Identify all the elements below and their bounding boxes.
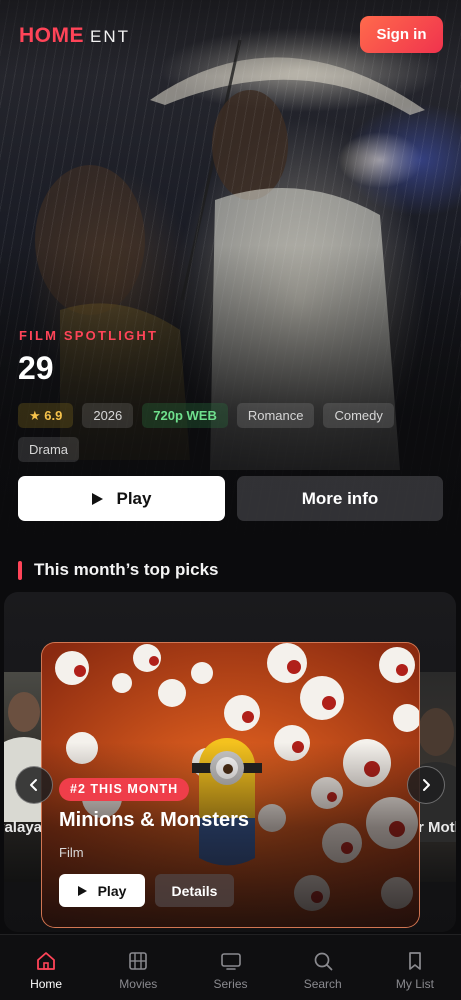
film-icon: [127, 950, 149, 972]
section-accent-bar: [18, 560, 22, 580]
sign-in-button[interactable]: Sign in: [360, 16, 443, 53]
carousel-next-button[interactable]: [407, 766, 445, 804]
top-header: HOME ENT Sign in: [0, 0, 461, 70]
brand-logo[interactable]: HOME ENT: [19, 24, 130, 48]
top-picks-carousel[interactable]: ıyalaya r Motl: [4, 592, 456, 932]
hero-play-button[interactable]: Play: [18, 476, 225, 521]
hero-title: 29: [18, 350, 54, 386]
prev-card-title: ıyalaya: [4, 819, 42, 836]
hero-gradient-overlay: [0, 0, 461, 545]
year-tag: 2026: [82, 403, 134, 428]
featured-details-button[interactable]: Details: [155, 874, 234, 907]
nav-item-series[interactable]: Series: [184, 935, 276, 1000]
genre-tag: Romance: [236, 403, 315, 428]
next-card-title: r Motl: [418, 819, 456, 836]
featured-play-label: Play: [97, 882, 127, 899]
featured-play-button[interactable]: Play: [59, 874, 145, 907]
genre-tag: Comedy: [323, 403, 394, 428]
quality-tag: 720p WEB: [142, 403, 228, 428]
section-title: This month’s top picks: [34, 560, 219, 579]
logo-primary-text: HOME: [19, 24, 84, 47]
carousel-prev-button[interactable]: [15, 766, 53, 804]
search-icon: [312, 950, 334, 972]
rating-badge: ★ 6.9: [18, 403, 74, 428]
featured-title: Minions & Monsters: [59, 809, 250, 831]
play-icon: [91, 492, 103, 505]
play-icon: [77, 885, 87, 896]
hero-tag-list: ★ 6.9 2026 720p WEB Romance Comedy Drama: [18, 403, 438, 462]
nav-label-series: Series: [213, 977, 248, 991]
bottom-nav: Home Movies Series Search My List: [0, 934, 461, 1000]
nav-label-my-list: My List: [395, 977, 434, 991]
tv-icon: [220, 950, 242, 972]
nav-item-home[interactable]: Home: [0, 935, 92, 1000]
nav-item-search[interactable]: Search: [277, 935, 369, 1000]
more-info-button[interactable]: More info: [237, 476, 443, 521]
hero-eyebrow: FILM SPOTLIGHT: [19, 328, 159, 343]
rank-badge: #2 THIS MONTH: [59, 778, 190, 801]
hero-banner: [0, 0, 461, 545]
nav-item-movies[interactable]: Movies: [92, 935, 184, 1000]
chevron-left-icon: [30, 779, 37, 791]
bookmark-icon: [404, 950, 426, 972]
nav-label-search: Search: [303, 977, 342, 991]
hero-actions: Play More info: [18, 476, 443, 521]
featured-actions: Play Details: [59, 874, 234, 907]
home-icon: [35, 950, 57, 972]
featured-type: Film: [59, 845, 84, 860]
chevron-right-icon: [423, 779, 430, 791]
section-header: This month’s top picks: [18, 560, 219, 580]
nav-label-home: Home: [30, 977, 63, 991]
genre-tag: Drama: [18, 437, 80, 462]
logo-secondary-text: ENT: [90, 27, 130, 46]
featured-card[interactable]: #2 THIS MONTH Minions & Monsters Film Pl…: [41, 642, 420, 928]
nav-label-movies: Movies: [119, 977, 158, 991]
hero-play-label: Play: [116, 488, 152, 508]
nav-item-my-list[interactable]: My List: [369, 935, 461, 1000]
